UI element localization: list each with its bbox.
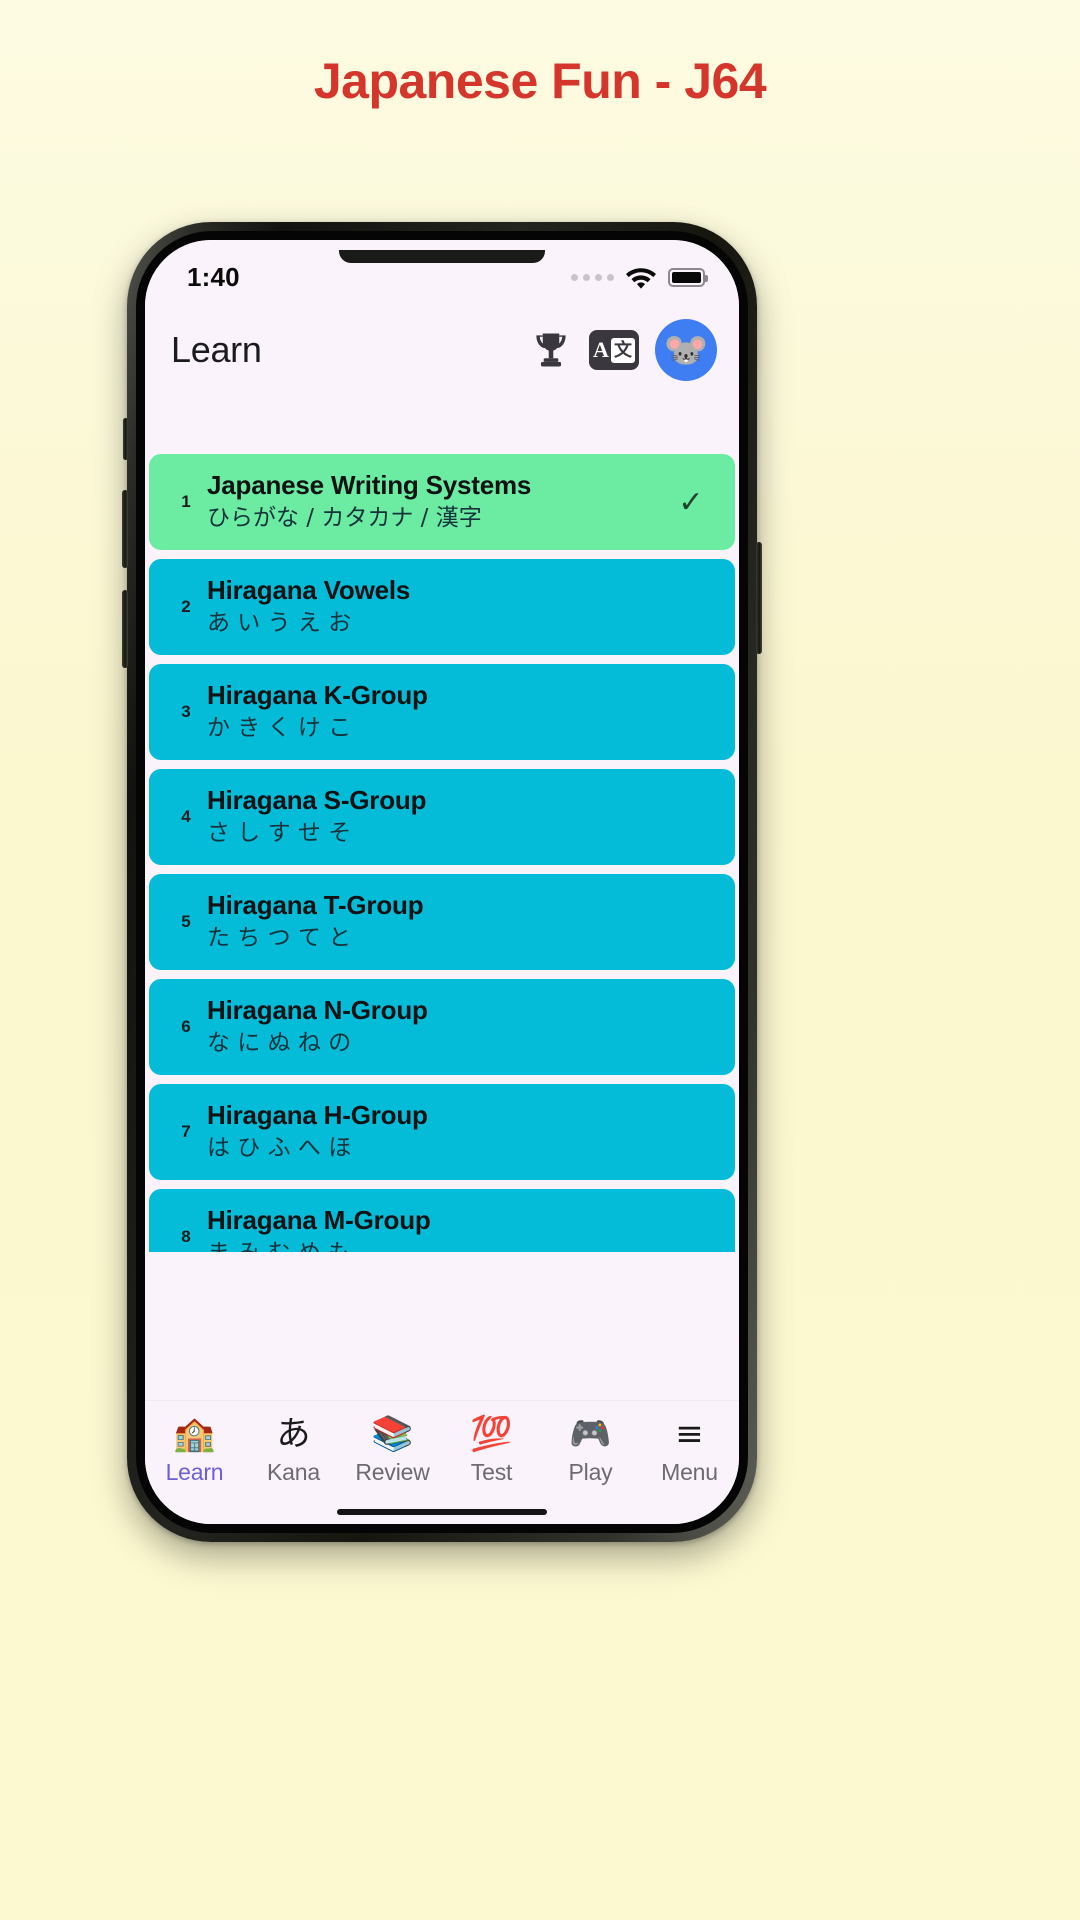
- tab-label: Menu: [661, 1459, 718, 1485]
- lesson-number: 5: [181, 912, 191, 931]
- avatar[interactable]: 🐭: [655, 319, 717, 381]
- gamepad-icon: 🎮: [569, 1414, 612, 1454]
- lesson-row[interactable]: 1 Japanese Writing Systems ひらがな / カタカナ / 漢…: [149, 454, 735, 550]
- translate-icon: A 文: [589, 330, 639, 370]
- lesson-texts: Hiragana S-Group さ し す せ そ: [207, 785, 671, 847]
- lesson-subtitle: ま み む め も: [207, 1240, 671, 1252]
- lesson-row[interactable]: 7 Hiragana H-Group は ひ ふ へ ほ: [149, 1084, 735, 1180]
- lesson-subtitle: あ い う え お: [207, 610, 352, 637]
- lesson-subtitle: か き く け こ: [207, 715, 352, 742]
- kana-a-icon: あ: [276, 1414, 311, 1454]
- signal-dots-icon: [571, 273, 614, 281]
- mouse-avatar-icon: 🐭: [663, 329, 709, 370]
- lesson-title: Hiragana M-Group: [207, 1205, 431, 1236]
- battery-full-icon: [668, 267, 708, 287]
- tab-label: Review: [355, 1459, 430, 1485]
- lesson-title: Hiragana S-Group: [207, 785, 427, 816]
- hundred-icon: 💯: [470, 1414, 513, 1454]
- lesson-title: Hiragana K-Group: [207, 680, 428, 711]
- wifi-icon: [626, 267, 656, 289]
- lesson-list[interactable]: 1 Japanese Writing Systems ひらがな / カタカナ / 漢…: [145, 454, 739, 1252]
- lesson-row[interactable]: 5 Hiragana T-Group た ち つ て と: [149, 874, 735, 970]
- translate-letter-a: A: [593, 337, 609, 362]
- power-button[interactable]: [756, 542, 762, 654]
- lesson-number: 2: [181, 597, 191, 616]
- lesson-texts: Hiragana M-Group ま み む め も: [207, 1205, 671, 1252]
- tab-menu[interactable]: ≡ Menu: [640, 1415, 739, 1486]
- phone-mockup: 1:40 Learn A 文 🐭 1 Japanese Writing Syst…: [122, 222, 762, 1542]
- lesson-texts: Japanese Writing Systems ひらがな / カタカナ / 漢字: [207, 470, 671, 532]
- translate-button[interactable]: A 文: [589, 330, 639, 370]
- volume-up-button[interactable]: [122, 490, 128, 568]
- lesson-number: 1: [181, 492, 191, 511]
- lesson-title: Japanese Writing Systems: [207, 470, 532, 501]
- tab-label: Learn: [165, 1459, 224, 1485]
- books-icon: 📚: [371, 1414, 414, 1454]
- lesson-texts: Hiragana K-Group か き く け こ: [207, 680, 671, 742]
- tab-label: Play: [568, 1459, 613, 1485]
- lesson-texts: Hiragana N-Group な に ぬ ね の: [207, 995, 671, 1057]
- header-spacer: [145, 398, 739, 454]
- lesson-subtitle: た ち つ て と: [207, 925, 352, 952]
- lesson-number: 8: [181, 1227, 191, 1246]
- notch: [339, 250, 545, 263]
- trophy-button[interactable]: [529, 328, 573, 372]
- lesson-texts: Hiragana H-Group は ひ ふ へ ほ: [207, 1100, 671, 1162]
- lesson-complete-check-icon: ✓: [678, 485, 704, 519]
- lesson-number: 3: [181, 702, 191, 721]
- lesson-subtitle: な に ぬ ね の: [207, 1030, 352, 1057]
- lesson-title: Hiragana T-Group: [207, 890, 424, 921]
- page-title: Japanese Fun - J64: [313, 53, 767, 109]
- lesson-title: Hiragana H-Group: [207, 1100, 428, 1131]
- lesson-number: 7: [181, 1122, 191, 1141]
- tab-review[interactable]: 📚 Review: [343, 1415, 442, 1486]
- tab-label: Kana: [267, 1459, 320, 1485]
- home-indicator[interactable]: [337, 1509, 547, 1515]
- silent-switch[interactable]: [123, 418, 128, 460]
- phone-screen: 1:40 Learn A 文 🐭 1 Japanese Writing Syst…: [145, 240, 739, 1524]
- lesson-texts: Hiragana Vowels あ い う え お: [207, 575, 671, 637]
- translate-letter-kanji: 文: [610, 337, 635, 363]
- lesson-subtitle: は ひ ふ へ ほ: [207, 1135, 352, 1162]
- lesson-title: Hiragana Vowels: [207, 575, 411, 606]
- app-header: Learn A 文 🐭: [145, 302, 739, 398]
- lesson-number: 6: [181, 1017, 191, 1036]
- status-time: 1:40: [187, 261, 240, 292]
- bottom-tab-bar[interactable]: 🏫 Learn あ Kana 📚 Review 💯 Test 🎮 Play ≡ Menu: [145, 1400, 739, 1524]
- lesson-subtitle: さ し す せ そ: [207, 820, 352, 847]
- lesson-row[interactable]: 3 Hiragana K-Group か き く け こ: [149, 664, 735, 760]
- tab-play[interactable]: 🎮 Play: [541, 1415, 640, 1486]
- page-heading: Learn: [171, 329, 262, 370]
- tab-learn[interactable]: 🏫 Learn: [145, 1415, 244, 1486]
- lesson-row[interactable]: 8 Hiragana M-Group ま み む め も: [149, 1189, 735, 1252]
- trophy-icon: [536, 333, 566, 367]
- school-icon: 🏫: [173, 1414, 216, 1454]
- lesson-row[interactable]: 2 Hiragana Vowels あ い う え お: [149, 559, 735, 655]
- lesson-subtitle: ひらがな / カタカナ / 漢字: [207, 505, 482, 532]
- tab-test[interactable]: 💯 Test: [442, 1415, 541, 1486]
- lesson-number: 4: [181, 807, 191, 826]
- tab-kana[interactable]: あ Kana: [244, 1415, 343, 1486]
- status-indicators: [571, 254, 708, 289]
- lesson-texts: Hiragana T-Group た ち つ て と: [207, 890, 671, 952]
- hamburger-icon: ≡: [675, 1414, 704, 1454]
- volume-down-button[interactable]: [122, 590, 128, 668]
- tab-label: Test: [470, 1459, 513, 1485]
- lesson-row[interactable]: 4 Hiragana S-Group さ し す せ そ: [149, 769, 735, 865]
- lesson-row[interactable]: 6 Hiragana N-Group な に ぬ ね の: [149, 979, 735, 1075]
- lesson-title: Hiragana N-Group: [207, 995, 428, 1026]
